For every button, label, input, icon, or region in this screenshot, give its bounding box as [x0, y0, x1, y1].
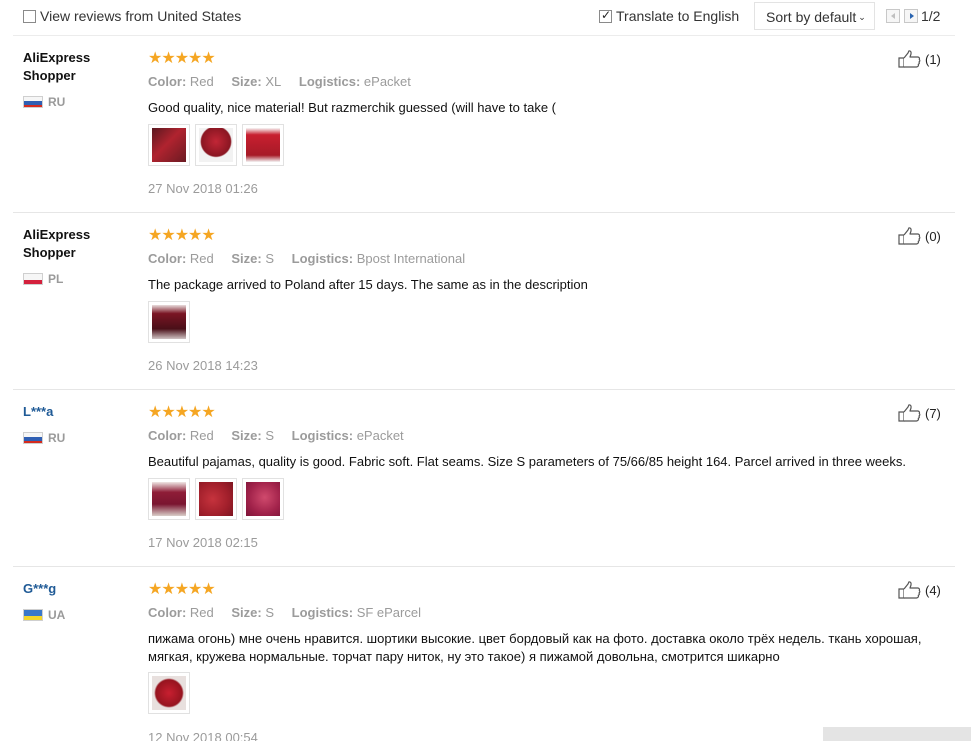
thumbs-up-icon: [898, 50, 921, 68]
translate-checkbox[interactable]: [599, 8, 612, 23]
logistics-value: ePacket: [356, 428, 404, 443]
translate-label[interactable]: Translate to English: [616, 8, 739, 24]
color-key: Color:: [148, 251, 187, 266]
review-item: G***g UA ★★★★★ Color: Red Size: S Logist…: [0, 580, 971, 741]
overlay-corner: [823, 727, 971, 741]
review-photo[interactable]: [148, 301, 190, 343]
review-meta: Color: Red Size: S Logistics: Bpost Inte…: [148, 251, 479, 266]
thumbs-up-icon: [898, 404, 921, 422]
divider: [13, 35, 955, 36]
rating-stars: ★★★★★: [148, 48, 216, 67]
next-page-button[interactable]: [904, 9, 918, 23]
size-value: S: [265, 251, 275, 266]
logistics-key: Logistics:: [291, 251, 354, 266]
view-reviews-us-checkbox[interactable]: [23, 10, 36, 23]
helpful-button[interactable]: (7): [898, 403, 958, 425]
review-meta: Color: Red Size: S Logistics: SF eParcel: [148, 605, 435, 620]
prev-page-button[interactable]: [886, 9, 900, 23]
size-value: XL: [265, 74, 282, 89]
divider: [13, 212, 955, 213]
thumbs-up-icon: [898, 227, 921, 245]
divider: [13, 566, 955, 567]
helpful-count: (4): [925, 583, 941, 598]
reviewer-name: AliExpress Shopper: [23, 227, 91, 260]
logistics-value: SF eParcel: [356, 605, 421, 620]
review-item: AliExpress Shopper PL ★★★★★ Color: Red S…: [0, 225, 971, 390]
logistics-key: Logistics:: [291, 605, 354, 620]
review-photo[interactable]: [242, 478, 284, 520]
review-photo[interactable]: [195, 124, 237, 166]
logistics-value: Bpost International: [356, 251, 466, 266]
reviewer-country: RU: [48, 95, 66, 109]
review-photo[interactable]: [148, 672, 190, 714]
size-key: Size:: [231, 251, 262, 266]
review-meta: Color: Red Size: S Logistics: ePacket: [148, 428, 418, 443]
review-filter-bar: View reviews from United States Translat…: [0, 0, 971, 34]
reviewer-name: AliExpress Shopper: [23, 50, 91, 83]
helpful-count: (7): [925, 406, 941, 421]
sort-dropdown[interactable]: Sort by default ⌄: [754, 2, 875, 30]
page-indicator: 1/2: [921, 8, 941, 24]
review-date: 27 Nov 2018 01:26: [148, 181, 258, 196]
thumbs-up-icon: [898, 581, 921, 599]
review-photo[interactable]: [148, 478, 190, 520]
helpful-button[interactable]: (4): [898, 580, 958, 602]
review-photo[interactable]: [195, 478, 237, 520]
review-text: Good quality, nice material! But razmerc…: [148, 100, 556, 115]
review-text: Beautiful pajamas, quality is good. Fabr…: [148, 454, 906, 469]
flag-ru-icon: [23, 96, 43, 108]
size-key: Size:: [231, 605, 262, 620]
reviewer-name[interactable]: G***g: [23, 580, 133, 598]
reviewer-country: RU: [48, 431, 66, 445]
rating-stars: ★★★★★: [148, 579, 216, 598]
review-item: AliExpress Shopper RU ★★★★★ Color: Red S…: [0, 48, 971, 213]
flag-pl-icon: [23, 273, 43, 285]
size-value: S: [265, 605, 275, 620]
sort-dropdown-label: Sort by default: [766, 9, 857, 25]
arrow-right-icon: [910, 13, 914, 19]
rating-stars: ★★★★★: [148, 402, 216, 421]
review-date: 12 Nov 2018 00:54: [148, 730, 258, 741]
size-value: S: [265, 428, 275, 443]
reviewer-name[interactable]: L***a: [23, 403, 133, 421]
flag-ru-icon: [23, 432, 43, 444]
review-date: 26 Nov 2018 14:23: [148, 358, 258, 373]
logistics-key: Logistics:: [298, 74, 361, 89]
color-key: Color:: [148, 605, 187, 620]
review-item: L***a RU ★★★★★ Color: Red Size: S Logist…: [0, 402, 971, 567]
size-key: Size:: [231, 428, 262, 443]
helpful-count: (0): [925, 229, 941, 244]
logistics-value: ePacket: [363, 74, 411, 89]
review-photo[interactable]: [148, 124, 190, 166]
review-date: 17 Nov 2018 02:15: [148, 535, 258, 550]
review-text: The package arrived to Poland after 15 d…: [148, 277, 588, 292]
arrow-left-icon: [891, 13, 895, 19]
color-key: Color:: [148, 428, 187, 443]
color-value: Red: [189, 74, 214, 89]
chevron-down-icon: ⌄: [858, 13, 866, 23]
helpful-button[interactable]: (0): [898, 226, 958, 248]
color-value: Red: [189, 605, 214, 620]
logistics-key: Logistics:: [291, 428, 354, 443]
helpful-button[interactable]: (1): [898, 49, 958, 71]
color-key: Color:: [148, 74, 187, 89]
color-value: Red: [189, 428, 214, 443]
divider: [13, 389, 955, 390]
helpful-count: (1): [925, 52, 941, 67]
size-key: Size:: [231, 74, 262, 89]
review-text: пижама огонь) мне очень нравится. шортик…: [148, 631, 922, 664]
review-meta: Color: Red Size: XL Logistics: ePacket: [148, 74, 425, 89]
view-reviews-us-label[interactable]: View reviews from United States: [40, 8, 241, 24]
review-photo[interactable]: [242, 124, 284, 166]
reviewer-country: UA: [48, 608, 66, 622]
rating-stars: ★★★★★: [148, 225, 216, 244]
flag-ua-icon: [23, 609, 43, 621]
reviewer-country: PL: [48, 272, 64, 286]
color-value: Red: [189, 251, 214, 266]
